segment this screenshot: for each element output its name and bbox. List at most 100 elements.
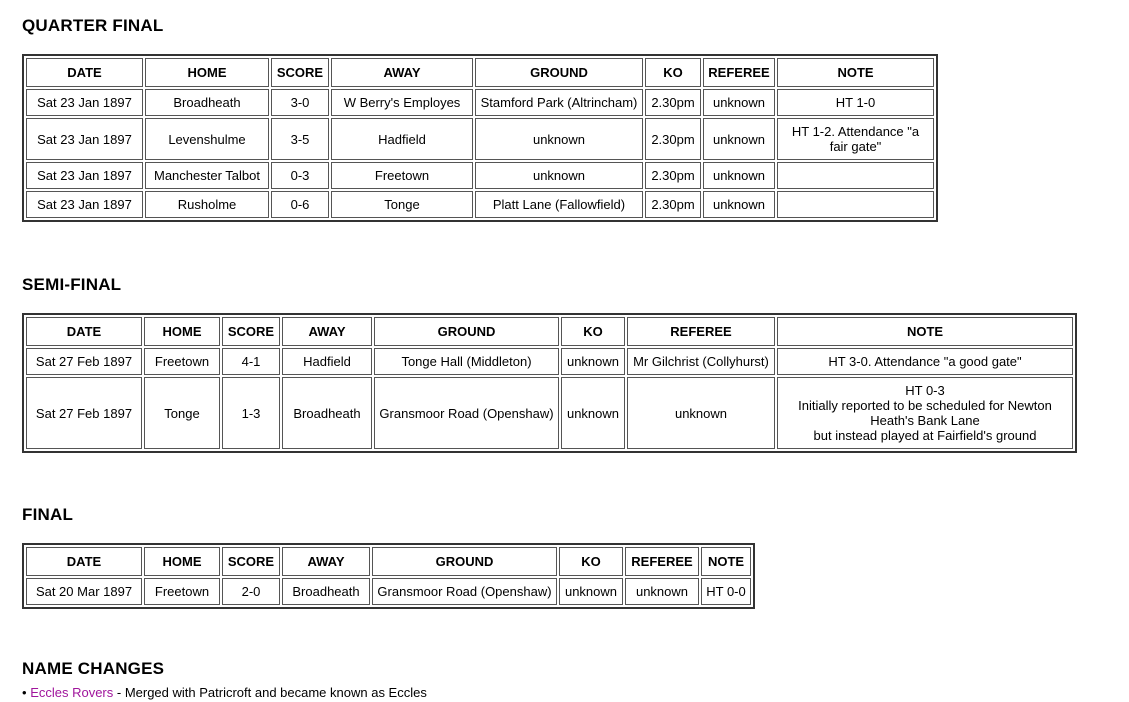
name-change-description: - Merged with Patricroft and became know… (113, 685, 427, 700)
column-header-note: NOTE (777, 317, 1073, 346)
semi-final-results-table: DATE HOME SCORE AWAY GROUND KO REFEREE N… (22, 313, 1077, 453)
quarter-final-results-table: DATE HOME SCORE AWAY GROUND KO REFEREE N… (22, 54, 938, 222)
column-header-date: DATE (26, 58, 143, 87)
cell-score: 3-5 (271, 118, 329, 160)
table-row: Sat 23 Jan 1897 Broadheath 3-0 W Berry's… (26, 89, 934, 116)
cell-referee: unknown (703, 89, 775, 116)
cell-note: HT 1-2. Attendance "a fair gate" (777, 118, 934, 160)
column-header-home: HOME (144, 317, 220, 346)
column-header-ground: GROUND (475, 58, 643, 87)
column-header-ko: KO (561, 317, 625, 346)
column-header-note: NOTE (777, 58, 934, 87)
cell-note: HT 0-3 Initially reported to be schedule… (777, 377, 1073, 449)
cell-away: Hadfield (282, 348, 372, 375)
note-line: but instead played at Fairfield's ground (813, 428, 1037, 443)
column-header-score: SCORE (222, 317, 280, 346)
name-changes-list: • Eccles Rovers - Merged with Patricroft… (22, 684, 1129, 702)
cell-away: W Berry's Employes (331, 89, 473, 116)
column-header-away: AWAY (282, 317, 372, 346)
page-title-semi-final: SEMI-FINAL (22, 275, 122, 294)
final-results-table: DATE HOME SCORE AWAY GROUND KO REFEREE N… (22, 543, 755, 609)
column-header-home: HOME (145, 58, 269, 87)
table-row: Sat 23 Jan 1897 Manchester Talbot 0-3 Fr… (26, 162, 934, 189)
cell-ground: Tonge Hall (Middleton) (374, 348, 559, 375)
cell-ko: unknown (561, 377, 625, 449)
cell-ko: 2.30pm (645, 89, 701, 116)
table-row: Sat 27 Feb 1897 Tonge 1-3 Broadheath Gra… (26, 377, 1073, 449)
cell-referee: unknown (627, 377, 775, 449)
column-header-referee: REFEREE (627, 317, 775, 346)
cell-note: HT 0-0 (701, 578, 751, 605)
column-header-score: SCORE (271, 58, 329, 87)
column-header-note: NOTE (701, 547, 751, 576)
column-header-ko: KO (559, 547, 623, 576)
cell-date: Sat 23 Jan 1897 (26, 118, 143, 160)
page-title-name-changes: NAME CHANGES (22, 659, 165, 678)
cell-note: HT 3-0. Attendance "a good gate" (777, 348, 1073, 375)
table-header-row: DATE HOME SCORE AWAY GROUND KO REFEREE N… (26, 547, 751, 576)
cell-ko: unknown (559, 578, 623, 605)
cell-date: Sat 23 Jan 1897 (26, 191, 143, 218)
column-header-date: DATE (26, 317, 142, 346)
cell-home: Broadheath (145, 89, 269, 116)
cell-referee: Mr Gilchrist (Collyhurst) (627, 348, 775, 375)
column-header-referee: REFEREE (625, 547, 699, 576)
cell-ground: unknown (475, 118, 643, 160)
cell-referee: unknown (703, 162, 775, 189)
cell-referee: unknown (703, 191, 775, 218)
cell-away: Freetown (331, 162, 473, 189)
cell-ground: Gransmoor Road (Openshaw) (374, 377, 559, 449)
column-header-away: AWAY (331, 58, 473, 87)
cell-note (777, 191, 934, 218)
cell-ground: Platt Lane (Fallowfield) (475, 191, 643, 218)
table-row: Sat 20 Mar 1897 Freetown 2-0 Broadheath … (26, 578, 751, 605)
cell-score: 2-0 (222, 578, 280, 605)
cell-note (777, 162, 934, 189)
cell-note: HT 1-0 (777, 89, 934, 116)
cell-away: Tonge (331, 191, 473, 218)
cell-home: Freetown (144, 348, 220, 375)
note-line: HT 0-3 (905, 383, 945, 398)
cell-ground: unknown (475, 162, 643, 189)
cell-date: Sat 23 Jan 1897 (26, 89, 143, 116)
cell-date: Sat 23 Jan 1897 (26, 162, 143, 189)
cell-ground: Stamford Park (Altrincham) (475, 89, 643, 116)
table-row: Sat 23 Jan 1897 Levenshulme 3-5 Hadfield… (26, 118, 934, 160)
page-title-quarter-final: QUARTER FINAL (22, 16, 164, 35)
column-header-ko: KO (645, 58, 701, 87)
column-header-home: HOME (144, 547, 220, 576)
cell-ko: 2.30pm (645, 191, 701, 218)
table-header-row: DATE HOME SCORE AWAY GROUND KO REFEREE N… (26, 58, 934, 87)
cell-score: 1-3 (222, 377, 280, 449)
cell-away: Hadfield (331, 118, 473, 160)
page-title-final: FINAL (22, 505, 74, 524)
club-link-eccles-rovers[interactable]: Eccles Rovers (30, 685, 113, 700)
cell-home: Rusholme (145, 191, 269, 218)
cell-referee: unknown (625, 578, 699, 605)
note-line: Initially reported to be scheduled for N… (798, 398, 1052, 428)
cell-score: 3-0 (271, 89, 329, 116)
cell-score: 0-3 (271, 162, 329, 189)
column-header-ground: GROUND (372, 547, 557, 576)
cell-away: Broadheath (282, 377, 372, 449)
cell-ko: 2.30pm (645, 118, 701, 160)
column-header-referee: REFEREE (703, 58, 775, 87)
table-header-row: DATE HOME SCORE AWAY GROUND KO REFEREE N… (26, 317, 1073, 346)
cell-home: Manchester Talbot (145, 162, 269, 189)
list-item: • Eccles Rovers - Merged with Patricroft… (22, 684, 1129, 702)
cell-score: 4-1 (222, 348, 280, 375)
cell-date: Sat 27 Feb 1897 (26, 348, 142, 375)
table-row: Sat 27 Feb 1897 Freetown 4-1 Hadfield To… (26, 348, 1073, 375)
cell-ground: Gransmoor Road (Openshaw) (372, 578, 557, 605)
cell-home: Freetown (144, 578, 220, 605)
cell-referee: unknown (703, 118, 775, 160)
cell-date: Sat 20 Mar 1897 (26, 578, 142, 605)
table-row: Sat 23 Jan 1897 Rusholme 0-6 Tonge Platt… (26, 191, 934, 218)
cell-home: Tonge (144, 377, 220, 449)
cell-home: Levenshulme (145, 118, 269, 160)
